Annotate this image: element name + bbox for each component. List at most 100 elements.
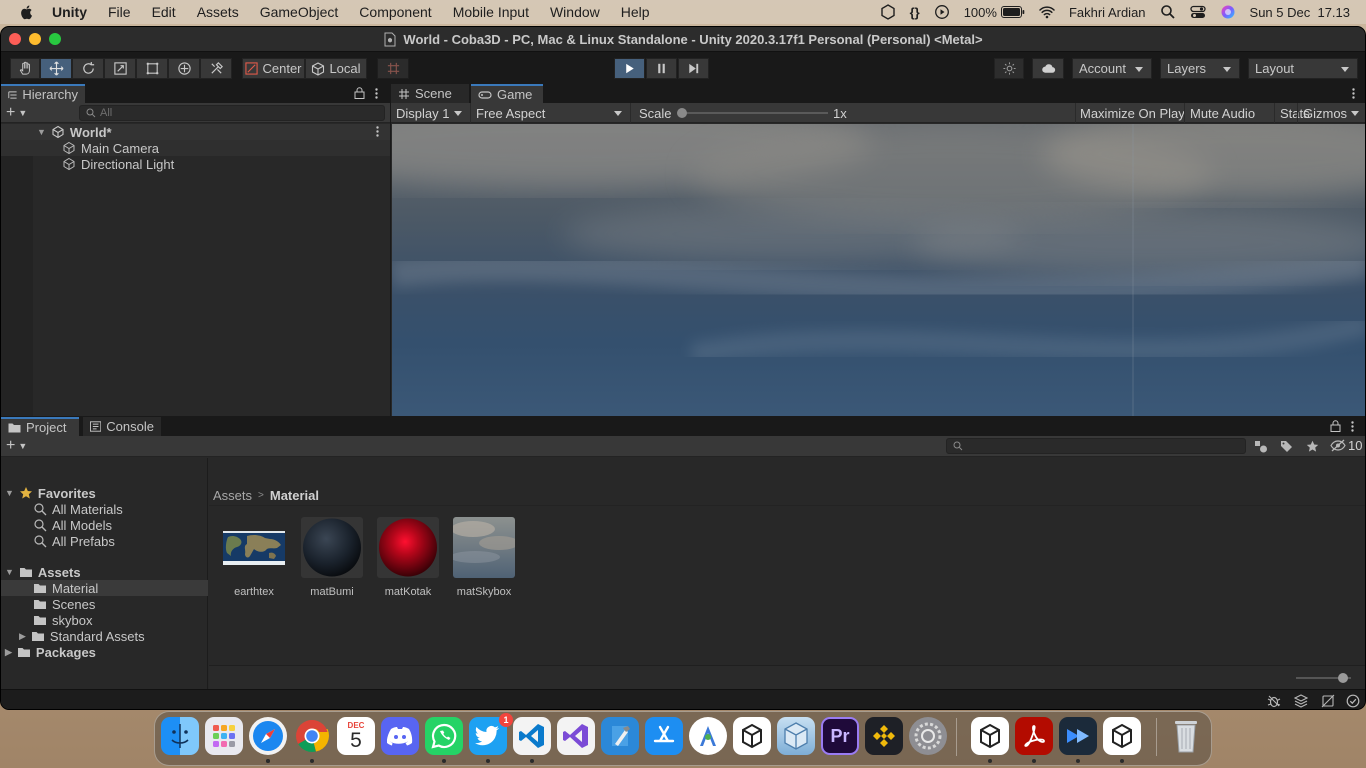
unity-hub-dock-icon[interactable] <box>733 717 771 755</box>
unity-dock-icon[interactable] <box>777 717 815 755</box>
discord-dock-icon[interactable] <box>381 717 419 755</box>
hidden-packages-toggle[interactable]: 10 <box>1330 438 1362 453</box>
calendar-dock-icon[interactable]: DEC 5 <box>337 717 375 755</box>
xcode-dock-icon[interactable] <box>601 717 639 755</box>
tree-favorites[interactable]: ▼ Favorites <box>5 485 96 501</box>
control-center-icon[interactable] <box>1189 4 1206 20</box>
minimize-window-button[interactable] <box>29 33 41 45</box>
lock-icon[interactable] <box>1330 420 1341 432</box>
menu-edit[interactable]: Edit <box>152 4 176 20</box>
chrome-dock-icon[interactable] <box>293 717 331 755</box>
check-circle-icon[interactable] <box>1346 694 1360 708</box>
tab-console[interactable]: Console <box>83 417 161 436</box>
apple-logo-icon[interactable] <box>18 4 36 20</box>
tree-assets[interactable]: ▼ Assets <box>5 564 81 580</box>
menu-assets[interactable]: Assets <box>197 4 239 20</box>
android-studio-dock-icon[interactable] <box>689 717 727 755</box>
visual-studio-dock-icon[interactable] <box>557 717 595 755</box>
cloud-button[interactable] <box>1032 58 1064 79</box>
braces-status-icon[interactable]: {} <box>910 5 920 20</box>
thumbnail-size-slider-thumb[interactable] <box>1337 673 1348 683</box>
search-by-type-icon[interactable] <box>1254 440 1268 453</box>
vscode-dock-icon[interactable] <box>513 717 551 755</box>
clock[interactable]: Sun 5 Dec 17.13 <box>1250 5 1350 20</box>
app-store-dock-icon[interactable] <box>645 717 683 755</box>
menu-file[interactable]: File <box>108 4 131 20</box>
menu-component[interactable]: Component <box>359 4 431 20</box>
step-button[interactable] <box>678 58 709 79</box>
panel-menu-icon[interactable] <box>375 88 378 99</box>
menu-gameobject[interactable]: GameObject <box>260 4 339 20</box>
menu-help[interactable]: Help <box>621 4 650 20</box>
layout-dropdown[interactable]: Layout <box>1248 58 1358 79</box>
tab-game[interactable]: Game <box>471 84 543 103</box>
rotate-tool-button[interactable] <box>72 58 104 79</box>
tree-all-models[interactable]: All Models <box>33 517 112 533</box>
asset-matkotak[interactable]: matKotak <box>377 517 439 598</box>
tree-folder-skybox[interactable]: skybox <box>33 612 92 628</box>
media-player-dock-icon[interactable] <box>1059 717 1097 755</box>
menu-app-name[interactable]: Unity <box>52 4 87 20</box>
hand-tool-button[interactable] <box>10 58 40 79</box>
launchpad-dock-icon[interactable] <box>205 717 243 755</box>
tab-scene[interactable]: Scene <box>391 84 469 103</box>
breadcrumb-assets[interactable]: Assets <box>213 488 252 503</box>
display-dropdown[interactable]: Display 1 <box>391 103 471 123</box>
scene-row-world[interactable]: ▼ World* <box>37 124 112 140</box>
premiere-pro-dock-icon[interactable]: Pr <box>821 717 859 755</box>
battery-status[interactable]: 100% <box>964 5 1025 20</box>
create-object-button[interactable]: + ▼ <box>6 104 27 122</box>
custom-tools-button[interactable] <box>200 58 232 79</box>
menu-mobile-input[interactable]: Mobile Input <box>453 4 529 20</box>
layers-stack-icon[interactable] <box>1294 694 1308 708</box>
mute-audio-toggle[interactable]: Mute Audio <box>1184 103 1260 123</box>
siri-icon[interactable] <box>1220 4 1236 20</box>
hierarchy-item-main-camera[interactable]: Main Camera <box>62 140 159 156</box>
tab-hierarchy[interactable]: Hierarchy <box>1 84 85 103</box>
cache-server-icon[interactable] <box>1321 694 1335 708</box>
play-button[interactable] <box>614 58 645 79</box>
scale-tool-button[interactable] <box>104 58 136 79</box>
safari-dock-icon[interactable] <box>249 717 287 755</box>
tree-all-materials[interactable]: All Materials <box>33 501 123 517</box>
menu-window[interactable]: Window <box>550 4 600 20</box>
unity-editor-dock-icon[interactable] <box>971 717 1009 755</box>
favorite-star-icon[interactable] <box>1306 440 1319 453</box>
system-preferences-dock-icon[interactable] <box>909 717 947 755</box>
pivot-space-toggle[interactable]: Local <box>305 58 367 79</box>
unity-status-icon[interactable] <box>880 4 896 20</box>
transform-tool-button[interactable] <box>168 58 200 79</box>
asset-earthtex[interactable]: earthtex <box>223 517 285 598</box>
create-asset-button[interactable]: + ▼ <box>6 437 27 455</box>
layers-dropdown[interactable]: Layers <box>1160 58 1240 79</box>
scene-menu-icon[interactable] <box>376 126 379 137</box>
play-circle-status-icon[interactable] <box>934 4 950 20</box>
acrobat-dock-icon[interactable] <box>1015 717 1053 755</box>
rect-tool-button[interactable] <box>136 58 168 79</box>
tree-folder-standard-assets[interactable]: ▶ Standard Assets <box>19 628 145 644</box>
lock-icon[interactable] <box>354 87 365 99</box>
asset-matbumi[interactable]: matBumi <box>301 517 363 598</box>
tab-project[interactable]: Project <box>1 417 79 436</box>
pause-button[interactable] <box>646 58 677 79</box>
grid-snap-button[interactable] <box>377 58 409 79</box>
zoom-window-button[interactable] <box>49 33 61 45</box>
scale-slider[interactable] <box>677 108 828 118</box>
finder-dock-icon[interactable] <box>161 717 199 755</box>
trash-dock-icon[interactable] <box>1167 717 1205 755</box>
spotlight-search-icon[interactable] <box>1160 4 1176 20</box>
maximize-on-play-toggle[interactable]: Maximize On Play <box>1075 103 1189 123</box>
move-tool-button[interactable] <box>40 58 72 79</box>
tree-packages[interactable]: ▶ Packages <box>5 644 96 660</box>
hierarchy-item-directional-light[interactable]: Directional Light <box>62 156 174 172</box>
binance-dock-icon[interactable] <box>865 717 903 755</box>
close-window-button[interactable] <box>9 33 21 45</box>
search-by-label-icon[interactable] <box>1280 440 1293 453</box>
unity-player-dock-icon[interactable] <box>1103 717 1141 755</box>
tree-folder-scenes[interactable]: Scenes <box>33 596 95 612</box>
bug-icon[interactable] <box>1267 694 1281 708</box>
thumbnail-size-slider[interactable] <box>1296 673 1351 683</box>
services-button[interactable] <box>994 58 1024 79</box>
aspect-dropdown[interactable]: Free Aspect <box>471 103 631 123</box>
user-name[interactable]: Fakhri Ardian <box>1069 5 1146 20</box>
